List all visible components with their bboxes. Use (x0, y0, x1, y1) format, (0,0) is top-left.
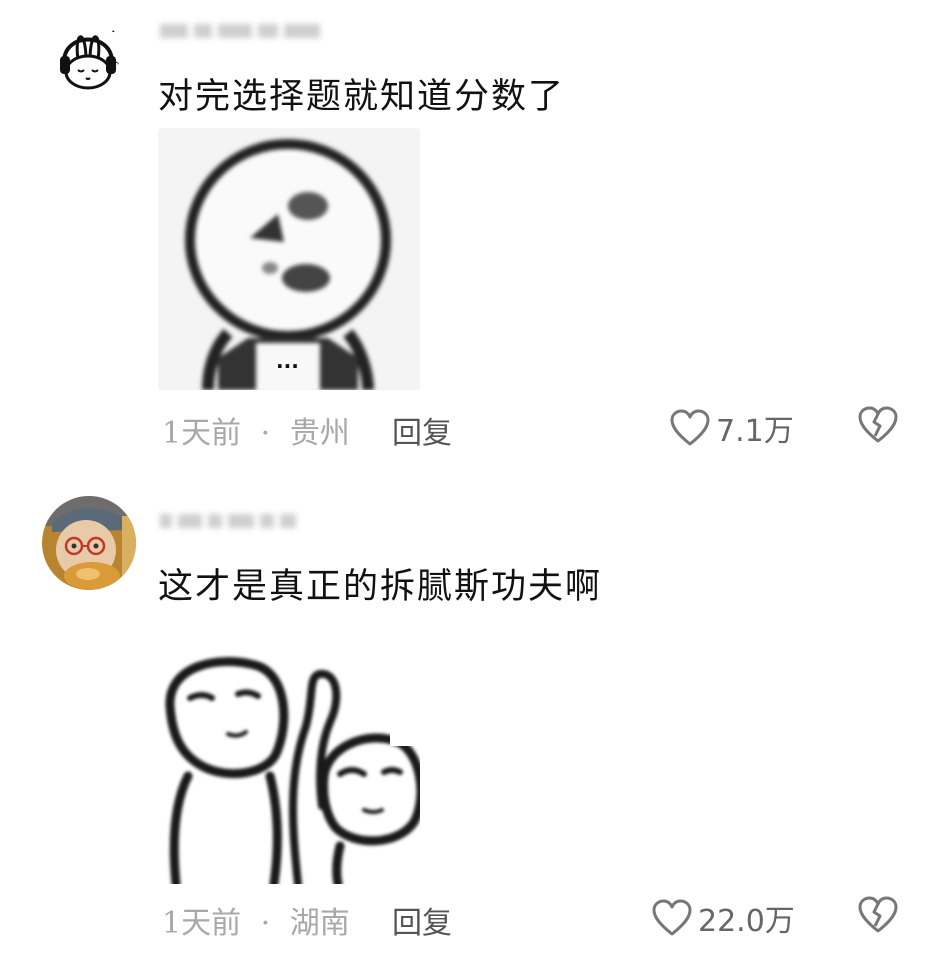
meme-face-sticker-icon: ... (158, 128, 420, 390)
username-redacted[interactable] (160, 18, 320, 44)
comment-meta: 1天前 · 湖南 (162, 898, 350, 942)
timestamp: 1天前 (162, 416, 242, 451)
comment-item: 这才是真正的拆腻斯功夫啊 1天前 · 湖南 回复 22.0万 (0, 470, 948, 960)
comment-meta: 1天前 · 贵州 (162, 408, 350, 452)
like-button[interactable]: 22.0万 (652, 896, 795, 940)
child-photo-avatar-icon (42, 496, 136, 590)
username-redacted[interactable] (160, 508, 296, 534)
comment-item: ♪ ♫ ♪ 对完选择题就知道分数了 (0, 0, 948, 470)
reply-button[interactable]: 回复 (392, 898, 452, 942)
like-button[interactable]: 7.1万 (670, 406, 794, 450)
sticker-image[interactable] (158, 626, 420, 884)
reply-button[interactable]: 回复 (392, 408, 452, 452)
avatar[interactable]: ♪ ♫ ♪ (52, 20, 124, 92)
like-count: 7.1万 (716, 414, 794, 449)
heart-icon (670, 409, 710, 446)
location: 湖南 (289, 906, 350, 941)
meta-separator: · (260, 416, 271, 451)
meta-separator: · (260, 906, 271, 941)
comment-text: 对完选择题就知道分数了 (158, 77, 566, 117)
broken-heart-icon (858, 406, 898, 443)
bunny-headphones-icon: ♪ ♫ ♪ (54, 21, 121, 90)
svg-text:♫: ♫ (110, 21, 121, 35)
broken-heart-icon (858, 896, 898, 933)
comment-text: 这才是真正的拆腻斯功夫啊 (158, 567, 603, 607)
sticker-caption: ... (276, 349, 299, 373)
dislike-button[interactable] (858, 896, 898, 938)
dislike-button[interactable] (858, 406, 898, 448)
like-count: 22.0万 (698, 904, 795, 939)
avatar[interactable] (42, 496, 136, 590)
heart-icon (652, 899, 692, 936)
location: 贵州 (289, 416, 350, 451)
svg-text:♪: ♪ (54, 23, 62, 37)
meme-two-faces-sticker-icon (158, 626, 420, 884)
timestamp: 1天前 (162, 906, 242, 941)
sticker-image[interactable]: ... (158, 128, 420, 390)
